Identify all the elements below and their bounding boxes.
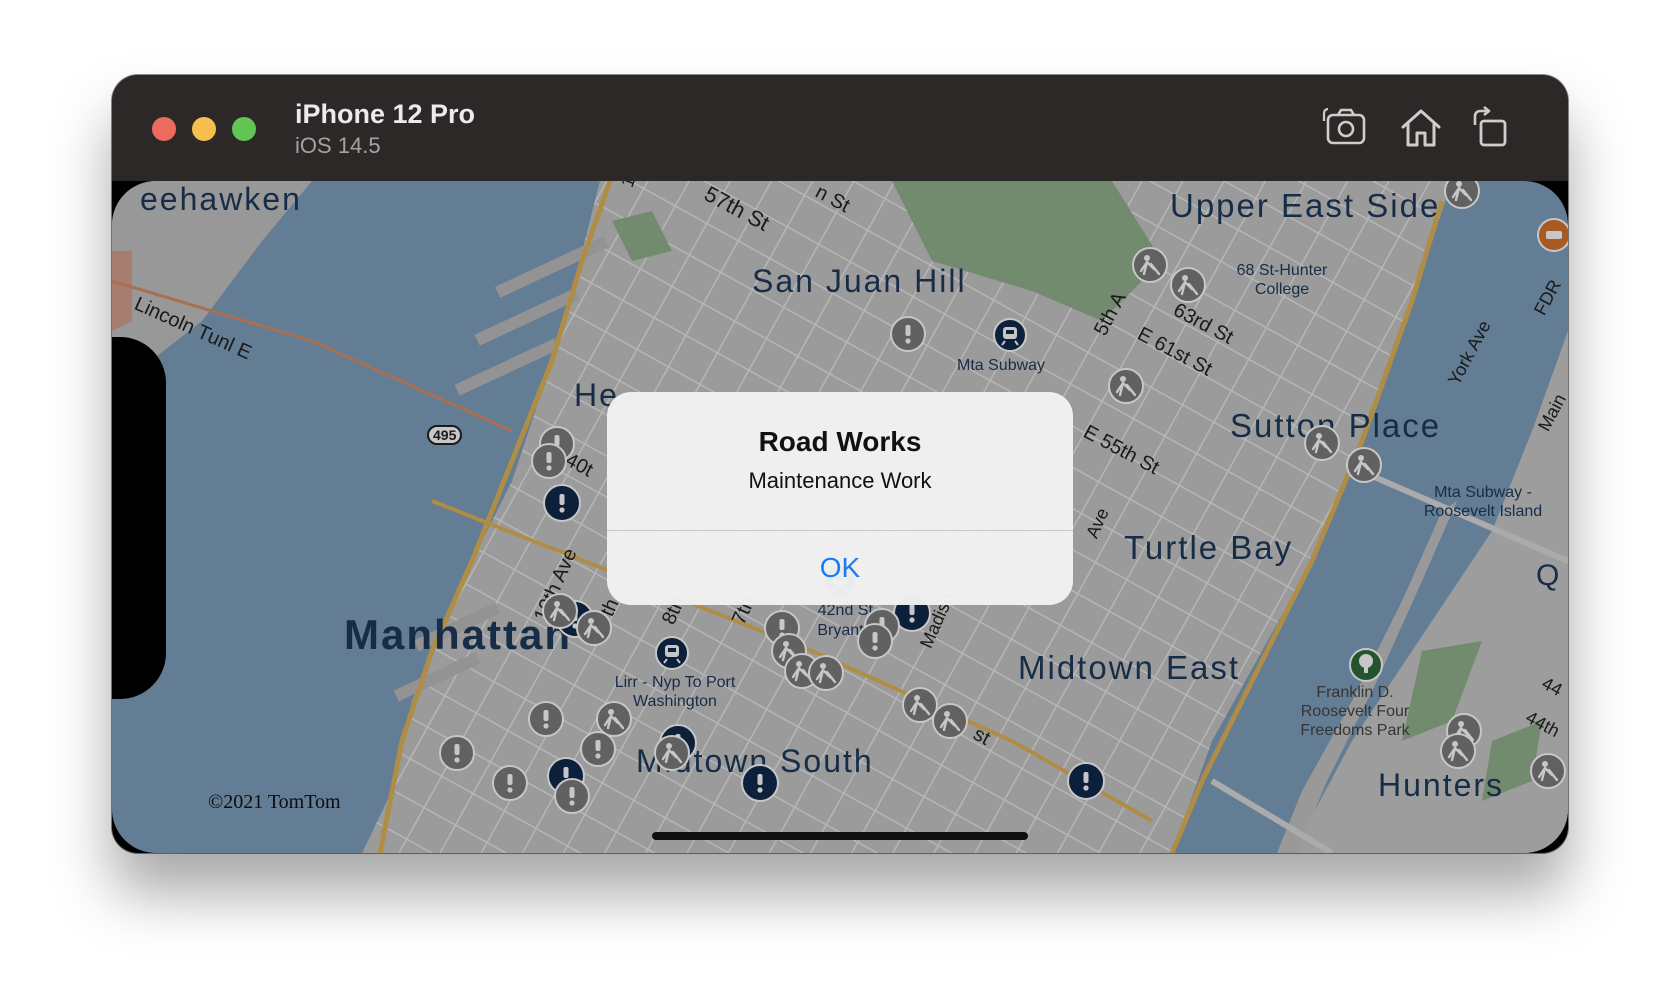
map-view[interactable]: eehawken Lincoln Tunl E 495 57th St 12 n…: [112, 181, 1568, 853]
alert-title: Road Works: [758, 426, 922, 457]
minimize-window-button[interactable]: [192, 117, 216, 141]
close-window-button[interactable]: [152, 117, 176, 141]
ok-button[interactable]: OK: [607, 531, 1073, 605]
simulator-window: iPhone 12 Pro iOS 14.5 eehawken Lincoln …: [112, 75, 1568, 853]
home-icon[interactable]: [1398, 105, 1444, 151]
zoom-window-button[interactable]: [232, 117, 256, 141]
title-bar: iPhone 12 Pro iOS 14.5: [112, 75, 1568, 181]
home-indicator[interactable]: [652, 832, 1028, 840]
os-version: iOS 14.5: [295, 133, 381, 158]
alert-message: Maintenance Work: [748, 468, 932, 493]
rotate-icon[interactable]: [1468, 105, 1514, 151]
road-works-alert: Road Works Maintenance Work OK: [607, 392, 1073, 605]
device-screen: eehawken Lincoln Tunl E 495 57th St 12 n…: [112, 181, 1568, 853]
screenshot-camera-icon[interactable]: [1322, 105, 1368, 151]
sensor-notch: [112, 337, 166, 699]
device-name: iPhone 12 Pro: [295, 99, 476, 129]
